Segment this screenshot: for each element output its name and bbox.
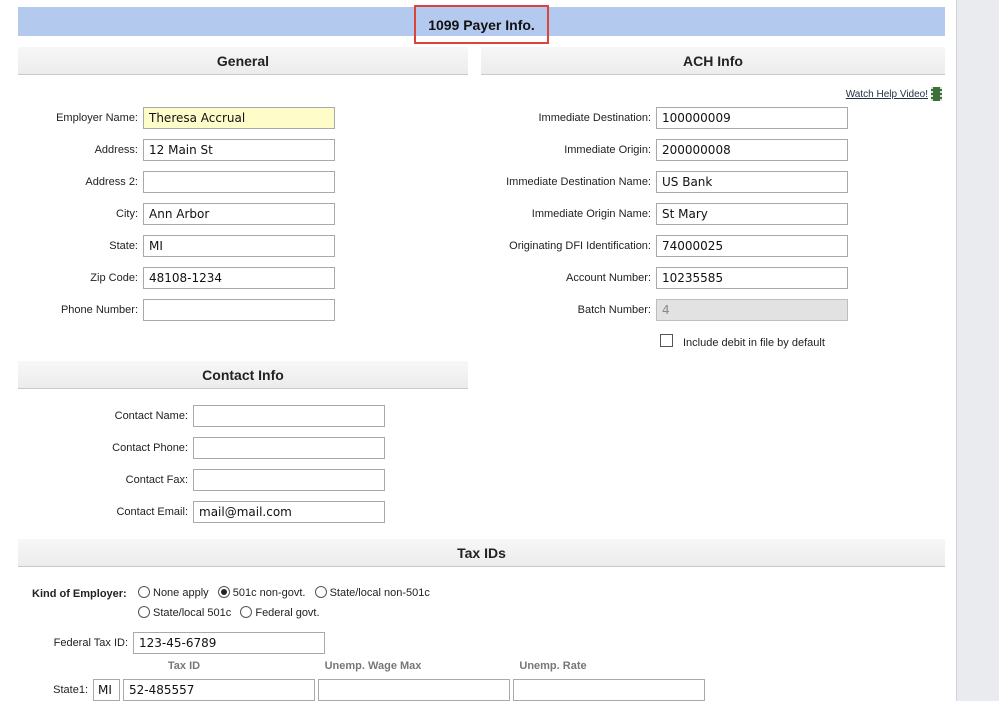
kind-of-employer-row-1: None apply 501c non-govt. State/local no… — [138, 586, 436, 599]
state-label: State: — [109, 240, 138, 252]
ach-section-heading: ACH Info — [481, 47, 945, 75]
federal-tax-id-label: Federal Tax ID: — [53, 637, 128, 649]
radio-button[interactable] — [314, 586, 327, 598]
immediate-destination-name-label: Immediate Destination Name: — [506, 176, 651, 188]
radio-state-local-501c[interactable]: State/local 501c — [138, 606, 231, 619]
employer-name-input[interactable]: Theresa Accrual — [143, 107, 335, 129]
city-input[interactable]: Ann Arbor — [143, 203, 335, 225]
kind-of-employer-row-2: State/local 501c Federal govt. — [138, 606, 326, 619]
batch-number-label: Batch Number: — [577, 304, 651, 316]
account-number-label: Account Number: — [566, 272, 651, 284]
contact-name-label: Contact Name: — [114, 410, 188, 422]
tax-id-column-header: Tax ID — [167, 660, 201, 672]
address2-input[interactable] — [143, 171, 335, 193]
state1-state-input[interactable]: MI — [93, 679, 120, 701]
immediate-origin-label: Immediate Origin: — [564, 144, 651, 156]
batch-number-input: 4 — [656, 299, 848, 321]
kind-of-employer-label: Kind of Employer: — [32, 588, 127, 600]
general-section-heading: General — [18, 47, 468, 75]
watch-help-video-link[interactable]: Watch Help Video! — [800, 89, 928, 100]
contact-section-heading: Contact Info — [18, 361, 468, 389]
address-label: Address: — [94, 144, 138, 156]
contact-name-input[interactable] — [193, 405, 385, 427]
address2-label: Address 2: — [85, 176, 138, 188]
federal-tax-id-input[interactable]: 123-45-6789 — [133, 632, 325, 654]
tax-section-heading: Tax IDs — [18, 539, 945, 567]
immediate-origin-name-label: Immediate Origin Name: — [531, 208, 651, 220]
payer-info-page: 1099 Payer Info. General Employer Name: … — [0, 0, 957, 701]
state1-rate-input[interactable] — [513, 679, 705, 701]
immediate-origin-name-input[interactable]: St Mary — [656, 203, 848, 225]
radio-state-local-non-501c[interactable]: State/local non-501c — [314, 586, 430, 599]
zip-code-label: Zip Code: — [90, 272, 138, 284]
contact-fax-label: Contact Fax: — [125, 474, 188, 486]
phone-number-input[interactable] — [143, 299, 335, 321]
immediate-origin-input[interactable]: 200000008 — [656, 139, 848, 161]
contact-phone-label: Contact Phone: — [112, 442, 188, 454]
film-icon[interactable] — [931, 87, 942, 101]
unemp-rate-column-header: Unemp. Rate — [519, 660, 587, 672]
city-label: City: — [116, 208, 138, 220]
contact-email-label: Contact Email: — [116, 506, 188, 518]
radio-none-apply[interactable]: None apply — [138, 586, 209, 599]
state1-label: State1: — [53, 684, 88, 696]
account-number-input[interactable]: 10235585 — [656, 267, 848, 289]
immediate-destination-input[interactable]: 100000009 — [656, 107, 848, 129]
employer-name-label: Employer Name: — [56, 112, 138, 124]
contact-fax-input[interactable] — [193, 469, 385, 491]
unemp-wage-max-column-header: Unemp. Wage Max — [324, 660, 422, 672]
radio-button[interactable] — [240, 606, 253, 618]
radio-501c-non-govt[interactable]: 501c non-govt. — [217, 586, 306, 599]
state1-tax-id-input[interactable]: 52-485557 — [123, 679, 315, 701]
page-title: 1099 Payer Info. — [414, 5, 549, 44]
include-debit-checkbox[interactable] — [660, 334, 673, 347]
address-input[interactable]: 12 Main St — [143, 139, 335, 161]
radio-button-selected[interactable] — [217, 586, 230, 598]
zip-code-input[interactable]: 48108-1234 — [143, 267, 335, 289]
state1-wage-max-input[interactable] — [318, 679, 510, 701]
state-input[interactable]: MI — [143, 235, 335, 257]
contact-phone-input[interactable] — [193, 437, 385, 459]
radio-button[interactable] — [138, 586, 150, 598]
include-debit-label: Include debit in file by default — [683, 337, 825, 349]
immediate-destination-label: Immediate Destination: — [538, 112, 652, 124]
radio-federal-govt[interactable]: Federal govt. — [240, 606, 320, 619]
originating-dfi-input[interactable]: 74000025 — [656, 235, 848, 257]
phone-number-label: Phone Number: — [60, 304, 138, 316]
contact-email-input[interactable]: mail@mail.com — [193, 501, 385, 523]
originating-dfi-label: Originating DFI Identification: — [509, 240, 651, 252]
immediate-destination-name-input[interactable]: US Bank — [656, 171, 848, 193]
radio-button[interactable] — [138, 606, 150, 618]
